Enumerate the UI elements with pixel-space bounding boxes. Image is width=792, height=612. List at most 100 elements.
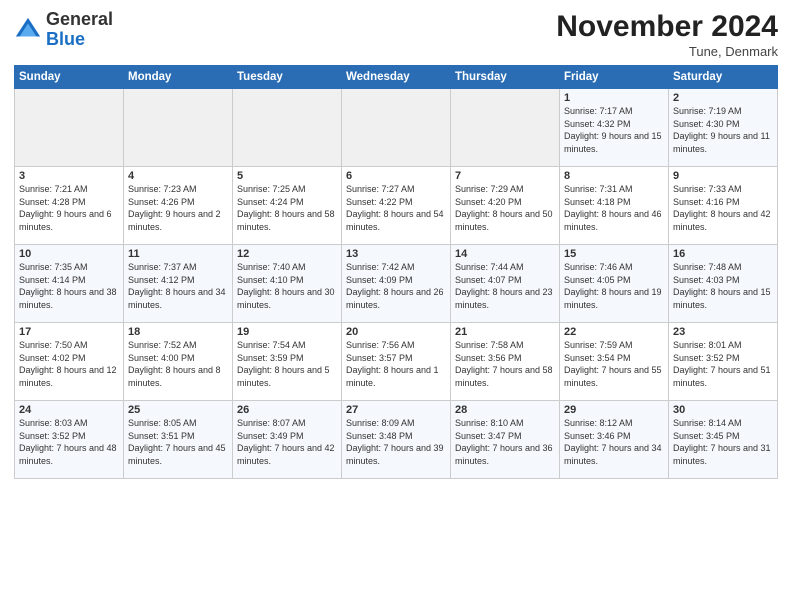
day-number: 2	[673, 92, 773, 104]
calendar-cell: 21Sunrise: 7:58 AM Sunset: 3:56 PM Dayli…	[451, 323, 560, 401]
day-info: Sunrise: 7:17 AM Sunset: 4:32 PM Dayligh…	[564, 105, 664, 155]
day-number: 25	[128, 404, 228, 416]
calendar-cell: 19Sunrise: 7:54 AM Sunset: 3:59 PM Dayli…	[233, 323, 342, 401]
calendar-cell: 17Sunrise: 7:50 AM Sunset: 4:02 PM Dayli…	[15, 323, 124, 401]
calendar-cell: 24Sunrise: 8:03 AM Sunset: 3:52 PM Dayli…	[15, 401, 124, 479]
day-number: 5	[237, 170, 337, 182]
day-info: Sunrise: 8:10 AM Sunset: 3:47 PM Dayligh…	[455, 417, 555, 467]
calendar-cell: 6Sunrise: 7:27 AM Sunset: 4:22 PM Daylig…	[342, 167, 451, 245]
calendar-cell: 16Sunrise: 7:48 AM Sunset: 4:03 PM Dayli…	[669, 245, 778, 323]
day-number: 9	[673, 170, 773, 182]
day-number: 24	[19, 404, 119, 416]
day-info: Sunrise: 7:42 AM Sunset: 4:09 PM Dayligh…	[346, 261, 446, 311]
calendar-cell: 15Sunrise: 7:46 AM Sunset: 4:05 PM Dayli…	[560, 245, 669, 323]
day-number: 29	[564, 404, 664, 416]
day-number: 7	[455, 170, 555, 182]
calendar-cell: 14Sunrise: 7:44 AM Sunset: 4:07 PM Dayli…	[451, 245, 560, 323]
calendar-cell	[15, 89, 124, 167]
week-row-3: 10Sunrise: 7:35 AM Sunset: 4:14 PM Dayli…	[15, 245, 778, 323]
logo-icon	[14, 16, 42, 44]
day-info: Sunrise: 8:01 AM Sunset: 3:52 PM Dayligh…	[673, 339, 773, 389]
calendar-cell	[233, 89, 342, 167]
calendar-cell: 9Sunrise: 7:33 AM Sunset: 4:16 PM Daylig…	[669, 167, 778, 245]
day-number: 1	[564, 92, 664, 104]
day-info: Sunrise: 8:07 AM Sunset: 3:49 PM Dayligh…	[237, 417, 337, 467]
header-monday: Monday	[124, 66, 233, 89]
calendar-cell: 3Sunrise: 7:21 AM Sunset: 4:28 PM Daylig…	[15, 167, 124, 245]
day-number: 18	[128, 326, 228, 338]
day-number: 30	[673, 404, 773, 416]
day-number: 6	[346, 170, 446, 182]
day-number: 27	[346, 404, 446, 416]
header-sunday: Sunday	[15, 66, 124, 89]
header-thursday: Thursday	[451, 66, 560, 89]
day-info: Sunrise: 7:31 AM Sunset: 4:18 PM Dayligh…	[564, 183, 664, 233]
day-info: Sunrise: 8:12 AM Sunset: 3:46 PM Dayligh…	[564, 417, 664, 467]
day-number: 15	[564, 248, 664, 260]
calendar-cell: 13Sunrise: 7:42 AM Sunset: 4:09 PM Dayli…	[342, 245, 451, 323]
day-number: 20	[346, 326, 446, 338]
title-block: November 2024 Tune, Denmark	[556, 10, 778, 59]
day-info: Sunrise: 7:44 AM Sunset: 4:07 PM Dayligh…	[455, 261, 555, 311]
day-info: Sunrise: 7:56 AM Sunset: 3:57 PM Dayligh…	[346, 339, 446, 389]
calendar-cell: 1Sunrise: 7:17 AM Sunset: 4:32 PM Daylig…	[560, 89, 669, 167]
logo-text: General Blue	[46, 10, 113, 50]
calendar: SundayMondayTuesdayWednesdayThursdayFrid…	[14, 65, 778, 479]
day-info: Sunrise: 7:58 AM Sunset: 3:56 PM Dayligh…	[455, 339, 555, 389]
day-number: 17	[19, 326, 119, 338]
day-number: 14	[455, 248, 555, 260]
week-row-1: 1Sunrise: 7:17 AM Sunset: 4:32 PM Daylig…	[15, 89, 778, 167]
day-number: 3	[19, 170, 119, 182]
header-saturday: Saturday	[669, 66, 778, 89]
calendar-cell: 26Sunrise: 8:07 AM Sunset: 3:49 PM Dayli…	[233, 401, 342, 479]
calendar-cell: 22Sunrise: 7:59 AM Sunset: 3:54 PM Dayli…	[560, 323, 669, 401]
day-number: 19	[237, 326, 337, 338]
day-info: Sunrise: 8:05 AM Sunset: 3:51 PM Dayligh…	[128, 417, 228, 467]
day-info: Sunrise: 8:03 AM Sunset: 3:52 PM Dayligh…	[19, 417, 119, 467]
calendar-cell: 2Sunrise: 7:19 AM Sunset: 4:30 PM Daylig…	[669, 89, 778, 167]
day-number: 21	[455, 326, 555, 338]
calendar-cell: 10Sunrise: 7:35 AM Sunset: 4:14 PM Dayli…	[15, 245, 124, 323]
day-info: Sunrise: 7:46 AM Sunset: 4:05 PM Dayligh…	[564, 261, 664, 311]
calendar-cell: 12Sunrise: 7:40 AM Sunset: 4:10 PM Dayli…	[233, 245, 342, 323]
day-info: Sunrise: 8:14 AM Sunset: 3:45 PM Dayligh…	[673, 417, 773, 467]
calendar-cell: 23Sunrise: 8:01 AM Sunset: 3:52 PM Dayli…	[669, 323, 778, 401]
week-row-2: 3Sunrise: 7:21 AM Sunset: 4:28 PM Daylig…	[15, 167, 778, 245]
day-info: Sunrise: 8:09 AM Sunset: 3:48 PM Dayligh…	[346, 417, 446, 467]
calendar-cell: 4Sunrise: 7:23 AM Sunset: 4:26 PM Daylig…	[124, 167, 233, 245]
calendar-cell: 29Sunrise: 8:12 AM Sunset: 3:46 PM Dayli…	[560, 401, 669, 479]
day-number: 10	[19, 248, 119, 260]
day-number: 13	[346, 248, 446, 260]
calendar-cell: 30Sunrise: 8:14 AM Sunset: 3:45 PM Dayli…	[669, 401, 778, 479]
calendar-cell: 25Sunrise: 8:05 AM Sunset: 3:51 PM Dayli…	[124, 401, 233, 479]
calendar-cell: 8Sunrise: 7:31 AM Sunset: 4:18 PM Daylig…	[560, 167, 669, 245]
calendar-header-row: SundayMondayTuesdayWednesdayThursdayFrid…	[15, 66, 778, 89]
day-number: 28	[455, 404, 555, 416]
month-title: November 2024	[556, 10, 778, 44]
day-info: Sunrise: 7:40 AM Sunset: 4:10 PM Dayligh…	[237, 261, 337, 311]
day-info: Sunrise: 7:21 AM Sunset: 4:28 PM Dayligh…	[19, 183, 119, 233]
calendar-cell: 5Sunrise: 7:25 AM Sunset: 4:24 PM Daylig…	[233, 167, 342, 245]
calendar-cell: 18Sunrise: 7:52 AM Sunset: 4:00 PM Dayli…	[124, 323, 233, 401]
day-info: Sunrise: 7:33 AM Sunset: 4:16 PM Dayligh…	[673, 183, 773, 233]
calendar-cell: 7Sunrise: 7:29 AM Sunset: 4:20 PM Daylig…	[451, 167, 560, 245]
day-info: Sunrise: 7:19 AM Sunset: 4:30 PM Dayligh…	[673, 105, 773, 155]
header-wednesday: Wednesday	[342, 66, 451, 89]
day-number: 12	[237, 248, 337, 260]
calendar-cell	[124, 89, 233, 167]
day-info: Sunrise: 7:23 AM Sunset: 4:26 PM Dayligh…	[128, 183, 228, 233]
day-info: Sunrise: 7:37 AM Sunset: 4:12 PM Dayligh…	[128, 261, 228, 311]
calendar-cell: 28Sunrise: 8:10 AM Sunset: 3:47 PM Dayli…	[451, 401, 560, 479]
week-row-4: 17Sunrise: 7:50 AM Sunset: 4:02 PM Dayli…	[15, 323, 778, 401]
day-info: Sunrise: 7:25 AM Sunset: 4:24 PM Dayligh…	[237, 183, 337, 233]
day-number: 8	[564, 170, 664, 182]
day-info: Sunrise: 7:27 AM Sunset: 4:22 PM Dayligh…	[346, 183, 446, 233]
day-number: 22	[564, 326, 664, 338]
day-info: Sunrise: 7:48 AM Sunset: 4:03 PM Dayligh…	[673, 261, 773, 311]
day-number: 23	[673, 326, 773, 338]
day-info: Sunrise: 7:59 AM Sunset: 3:54 PM Dayligh…	[564, 339, 664, 389]
day-number: 16	[673, 248, 773, 260]
day-info: Sunrise: 7:52 AM Sunset: 4:00 PM Dayligh…	[128, 339, 228, 389]
week-row-5: 24Sunrise: 8:03 AM Sunset: 3:52 PM Dayli…	[15, 401, 778, 479]
calendar-cell	[451, 89, 560, 167]
